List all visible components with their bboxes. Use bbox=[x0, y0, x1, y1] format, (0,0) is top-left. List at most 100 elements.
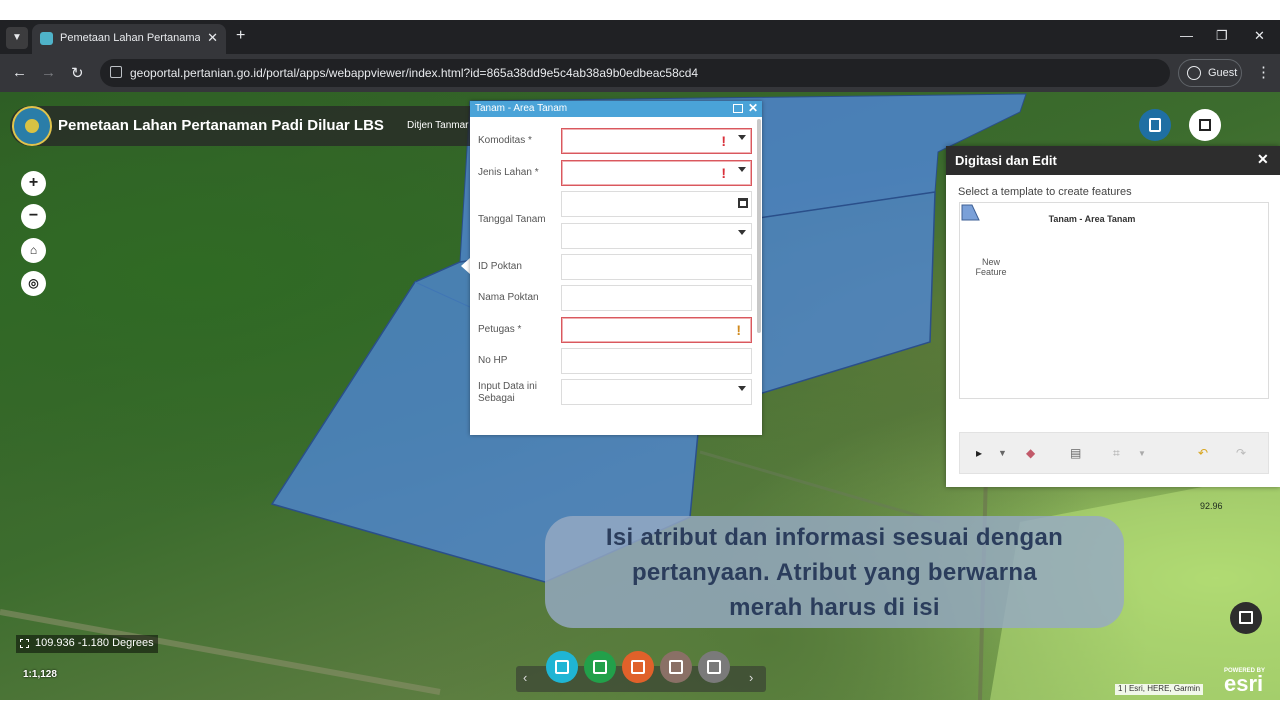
app-header: Pemetaan Lahan Pertanaman Padi Diluar LB… bbox=[10, 106, 472, 146]
minimize-icon[interactable]: — bbox=[1180, 28, 1193, 43]
tanggal-tanam-label: Tanggal Tanam bbox=[478, 214, 546, 225]
caption-line-3: merah harus di isi bbox=[729, 594, 940, 621]
new-tab-button[interactable]: + bbox=[236, 27, 245, 45]
attribute-table-button[interactable] bbox=[1230, 602, 1262, 634]
zoom-in-button[interactable]: + bbox=[21, 171, 46, 196]
komoditas-label: Komoditas * bbox=[478, 135, 532, 146]
forward-arrow-icon[interactable]: → bbox=[41, 64, 56, 81]
address-bar[interactable]: geoportal.pertanian.go.id/portal/apps/we… bbox=[100, 59, 1170, 87]
required-warning-icon: ! bbox=[721, 165, 726, 181]
attribute-popup: Tanam - Area Tanam ✕ Komoditas * ! Jenis… bbox=[470, 101, 762, 435]
edit-toolbar: ▸ ▼ ◆ ▤ ⌗ ▼ ↶ ↷ bbox=[959, 432, 1269, 474]
back-arrow-icon[interactable]: ← bbox=[12, 64, 27, 81]
swipe-icon bbox=[669, 660, 683, 674]
app-logo bbox=[12, 106, 52, 146]
tab-search-button[interactable]: ▼ bbox=[6, 27, 28, 49]
reload-icon[interactable]: ↻ bbox=[71, 64, 84, 82]
coordinate-readout: 109.936 -1.180 Degrees bbox=[16, 635, 158, 653]
jenis-lahan-select[interactable]: ! bbox=[561, 160, 752, 186]
home-icon[interactable]: ⌂ bbox=[21, 238, 46, 263]
eraser-icon[interactable]: ◆ bbox=[1026, 446, 1035, 460]
id-poktan-label: ID Poktan bbox=[478, 261, 522, 272]
required-warning-icon: ! bbox=[721, 133, 726, 149]
esri-logo-text: esri bbox=[1224, 671, 1264, 696]
caption-line-1: Isi atribut dan informasi sesuai dengan bbox=[605, 524, 1064, 551]
tanggal-tanam-time-select[interactable] bbox=[561, 223, 752, 249]
chevron-right-icon[interactable]: › bbox=[749, 670, 753, 685]
tab-close-icon[interactable]: ✕ bbox=[207, 30, 218, 46]
undo-icon[interactable]: ↶ bbox=[1198, 446, 1208, 460]
profile-icon bbox=[1187, 66, 1201, 80]
template-picker: Tanam - Area Tanam New Feature bbox=[959, 202, 1269, 399]
profile-label: Guest bbox=[1208, 67, 1238, 79]
site-favicon-icon bbox=[40, 32, 53, 45]
print-icon bbox=[707, 660, 721, 674]
map-view[interactable]: Pemetaan Lahan Pertanaman Padi Diluar LB… bbox=[0, 92, 1280, 700]
basemap-button[interactable] bbox=[622, 651, 654, 683]
site-info-icon[interactable] bbox=[110, 66, 122, 78]
tab-title: Pemetaan Lahan Pertanaman Pa bbox=[60, 32, 200, 44]
input-data-label: Input Data ini Sebagai bbox=[478, 381, 537, 404]
no-hp-field[interactable] bbox=[561, 348, 752, 374]
my-location-icon[interactable]: ◎ bbox=[21, 271, 46, 296]
input-data-select[interactable] bbox=[561, 379, 752, 405]
edit-panel-close-icon[interactable]: ✕ bbox=[1257, 151, 1269, 168]
petugas-field[interactable]: ! bbox=[561, 317, 752, 343]
komoditas-select[interactable]: ! bbox=[561, 128, 752, 154]
layer-list-button[interactable] bbox=[584, 651, 616, 683]
fullscreen-icon bbox=[1199, 119, 1211, 131]
browser-tab-bar: ▼ Pemetaan Lahan Pertanaman Pa ✕ + — ❐ ✕ bbox=[0, 20, 1280, 54]
profile-button[interactable]: Guest bbox=[1178, 59, 1242, 87]
nama-poktan-field[interactable] bbox=[561, 285, 752, 311]
tutorial-caption: Isi atribut dan informasi sesuai dengan … bbox=[545, 516, 1124, 628]
table-icon bbox=[1239, 611, 1253, 624]
popup-pointer bbox=[461, 258, 470, 274]
transform-icon[interactable]: ⌗ bbox=[1113, 446, 1120, 461]
popup-header: Tanam - Area Tanam ✕ bbox=[470, 101, 762, 117]
url-text: geoportal.pertanian.go.id/portal/apps/we… bbox=[130, 66, 699, 80]
edit-widget-button[interactable] bbox=[1139, 109, 1171, 141]
no-hp-label: No HP bbox=[478, 355, 508, 366]
top-margin bbox=[0, 0, 1280, 20]
swipe-button[interactable] bbox=[660, 651, 692, 683]
restore-icon[interactable]: ❐ bbox=[1216, 28, 1228, 44]
map-label: 92.96 bbox=[1200, 501, 1223, 511]
coordinate-toggle-icon[interactable] bbox=[20, 639, 29, 648]
legend-button[interactable] bbox=[546, 651, 578, 683]
chevron-down-icon bbox=[738, 167, 746, 172]
esri-logo[interactable]: POWERED BY esri bbox=[1224, 668, 1265, 696]
maximize-icon[interactable] bbox=[733, 104, 743, 113]
print-button[interactable] bbox=[698, 651, 730, 683]
transform-dropdown-icon[interactable]: ▼ bbox=[1138, 449, 1146, 458]
app-subtitle: Ditjen Tanmar bbox=[407, 120, 469, 131]
browser-toolbar: ← → ↻ geoportal.pertanian.go.id/portal/a… bbox=[0, 54, 1280, 92]
zoom-out-button[interactable]: − bbox=[21, 204, 46, 229]
browser-tab[interactable]: Pemetaan Lahan Pertanaman Pa ✕ bbox=[32, 24, 226, 54]
edit-icon bbox=[1149, 118, 1161, 132]
chevron-left-icon[interactable]: ‹ bbox=[523, 670, 527, 685]
popup-close-icon[interactable]: ✕ bbox=[748, 101, 758, 115]
popup-scrollbar[interactable] bbox=[757, 119, 761, 333]
redo-icon[interactable]: ↷ bbox=[1236, 446, 1246, 460]
chevron-down-icon bbox=[738, 135, 746, 140]
jenis-lahan-label: Jenis Lahan * bbox=[478, 167, 539, 178]
fullscreen-button[interactable] bbox=[1189, 109, 1221, 141]
calendar-icon[interactable] bbox=[738, 198, 748, 208]
required-warning-icon: ! bbox=[736, 322, 741, 338]
id-poktan-field[interactable] bbox=[561, 254, 752, 280]
edit-panel: Digitasi dan Edit ✕ Select a template to… bbox=[946, 146, 1280, 487]
polygon-template-icon bbox=[961, 204, 980, 221]
select-dropdown-icon[interactable]: ▼ bbox=[998, 448, 1007, 458]
chevron-down-icon bbox=[738, 230, 746, 235]
bottom-margin bbox=[0, 700, 1280, 720]
app-title: Pemetaan Lahan Pertanaman Padi Diluar LB… bbox=[58, 117, 384, 134]
basemap-icon bbox=[631, 660, 645, 674]
tanggal-tanam-date-field[interactable] bbox=[561, 191, 752, 217]
scale-text: 1:1,128 bbox=[23, 669, 57, 680]
edit-instruction: Select a template to create features bbox=[958, 186, 1132, 198]
attributes-icon[interactable]: ▤ bbox=[1070, 446, 1081, 460]
window-close-icon[interactable]: ✕ bbox=[1254, 28, 1265, 44]
browser-menu-icon[interactable]: ⋮ bbox=[1256, 63, 1271, 81]
template-label: New Feature bbox=[975, 257, 1007, 277]
select-tool-icon[interactable]: ▸ bbox=[976, 446, 982, 460]
